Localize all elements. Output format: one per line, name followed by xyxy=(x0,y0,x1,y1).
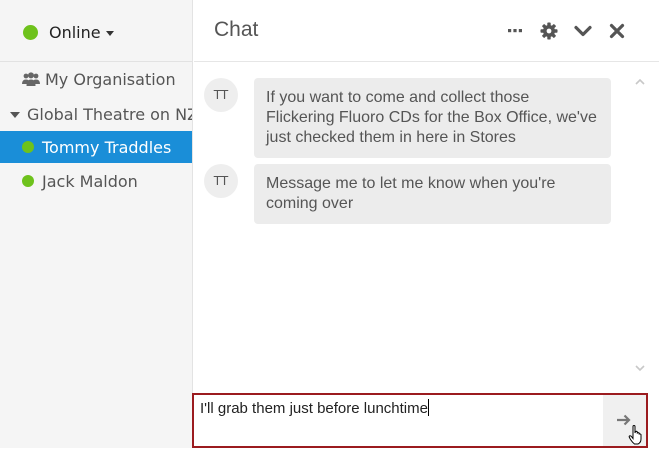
online-status-icon xyxy=(22,141,34,153)
caret-down-icon xyxy=(10,112,20,118)
message-composer: I'll grab them just before lunchtime xyxy=(192,393,648,448)
message-bubble: Message me to let me know when you're co… xyxy=(254,164,611,224)
status-label: Online xyxy=(49,22,101,42)
chat-header: Chat xyxy=(194,0,659,62)
sidebar-item-organisation[interactable]: My Organisation xyxy=(0,63,192,95)
chat-title: Chat xyxy=(214,18,259,41)
hand-pointer-icon xyxy=(628,425,642,445)
online-status-icon xyxy=(22,175,34,187)
sidebar-divider xyxy=(0,61,192,62)
message-list: TT If you want to come and collect those… xyxy=(194,63,631,393)
message-scrollbar[interactable] xyxy=(631,63,648,385)
scroll-up-icon[interactable] xyxy=(634,77,646,87)
send-button[interactable] xyxy=(603,395,646,446)
avatar: TT xyxy=(204,164,238,198)
sidebar: Online My Organisation Global Theatre on… xyxy=(0,0,193,448)
message-input-text: I'll grab them just before lunchtime xyxy=(200,400,428,417)
contact-item-tommy-traddles[interactable]: Tommy Traddles xyxy=(0,131,192,163)
scroll-down-icon[interactable] xyxy=(634,363,646,373)
sidebar-group-toggle[interactable]: Global Theatre on NZ H xyxy=(0,98,192,130)
caret-down-icon xyxy=(105,30,114,36)
status-dropdown[interactable]: Online xyxy=(23,22,114,42)
sidebar-group-label: Global Theatre on NZ H xyxy=(27,104,192,124)
message-input[interactable]: I'll grab them just before lunchtime xyxy=(200,399,600,417)
avatar: TT xyxy=(204,78,238,112)
close-icon[interactable] xyxy=(607,21,627,41)
gear-icon[interactable] xyxy=(539,21,559,41)
people-icon xyxy=(22,72,40,86)
text-cursor xyxy=(427,399,429,416)
more-icon[interactable] xyxy=(505,21,525,41)
contact-name: Tommy Traddles xyxy=(42,137,172,157)
sidebar-item-label: My Organisation xyxy=(45,69,176,89)
status-dot xyxy=(23,24,38,40)
contact-name: Jack Maldon xyxy=(42,171,138,191)
chevron-down-icon[interactable] xyxy=(573,21,593,41)
contact-item-jack-maldon[interactable]: Jack Maldon xyxy=(0,165,192,197)
message-bubble: If you want to come and collect those Fl… xyxy=(254,78,611,158)
